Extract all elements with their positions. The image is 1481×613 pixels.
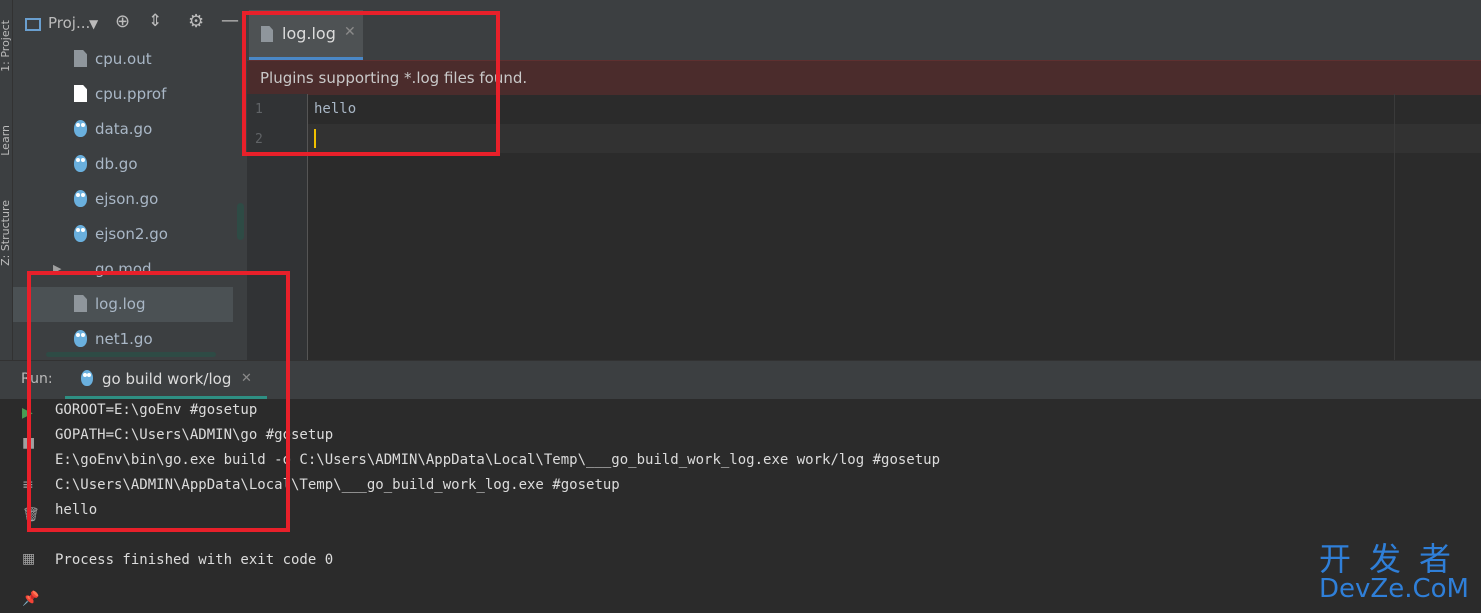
horizontal-scrollbar[interactable] <box>46 352 216 357</box>
project-view-title[interactable]: Proj... <box>48 14 90 32</box>
text-caret <box>314 129 316 148</box>
trash-icon[interactable]: 🗑 <box>22 507 40 523</box>
file-name: cpu.pprof <box>95 85 167 103</box>
tool-window-strip: 1: Project Learn Z: Structure <box>0 0 13 360</box>
file-name: log.log <box>95 295 146 313</box>
run-tab-label: go build work/log <box>102 370 232 388</box>
run-tool-window: Run: go build work/log ✕ ▶ ■ ≡ 🗑 ▦ 📌 GOR… <box>0 360 1481 613</box>
run-tab-bar: Run: go build work/log ✕ <box>0 361 1481 399</box>
file-name: go.mod <box>95 260 152 278</box>
tree-item-cpu-pprof[interactable]: cpu.pprof <box>13 77 247 112</box>
watermark-en: DevZe.CoM <box>1319 574 1469 604</box>
tree-item-go-mod[interactable]: ▶ go.mod <box>13 252 247 287</box>
line-number: 2 <box>255 132 263 147</box>
go-file-icon <box>74 225 87 242</box>
structure-tool-tab[interactable]: Z: Structure <box>0 200 12 266</box>
pin-icon[interactable]: 📌 <box>22 591 39 607</box>
minimize-icon[interactable]: — <box>221 10 239 31</box>
gear-icon[interactable]: ⚙ <box>188 11 204 32</box>
project-tool-tab[interactable]: 1: Project <box>0 20 12 72</box>
locate-file-icon[interactable]: ⊕ <box>115 11 130 32</box>
tree-item-cpu-out[interactable]: cpu.out <box>13 42 247 77</box>
console-line: C:\Users\ADMIN\AppData\Local\Temp\___go_… <box>55 477 620 493</box>
rerun-icon[interactable]: ▶ <box>22 405 33 421</box>
plugin-suggestion-banner: Plugins supporting *.log files found. <box>247 60 1481 95</box>
project-panel: Proj... ▼ ⊕ ⇕ ⚙ — cpu.out cpu.pprof data… <box>13 0 247 360</box>
banner-text: Plugins supporting *.log files found. <box>260 69 528 87</box>
text-file-icon <box>74 50 87 67</box>
tree-item-data-go[interactable]: data.go <box>13 112 247 147</box>
console-line: GOPATH=C:\Users\ADMIN\go #gosetup <box>55 427 334 443</box>
console-line: GOROOT=E:\goEnv #gosetup <box>55 402 258 418</box>
chevron-down-icon[interactable]: ▼ <box>89 17 98 31</box>
tree-item-ejson2-go[interactable]: ejson2.go <box>13 217 247 252</box>
current-line-highlight <box>247 124 1481 153</box>
close-icon[interactable]: ✕ <box>241 371 252 386</box>
editor-area: log.log ✕ Plugins supporting *.log files… <box>247 0 1481 360</box>
close-icon[interactable]: ✕ <box>344 24 356 40</box>
tree-item-db-go[interactable]: db.go <box>13 147 247 182</box>
line-number: 1 <box>255 102 263 117</box>
file-name: ejson.go <box>95 190 159 208</box>
layout-icon[interactable]: ▦ <box>22 551 35 567</box>
console-line: hello <box>55 502 98 518</box>
console-line: E:\goEnv\bin\go.exe build -o C:\Users\AD… <box>55 452 941 468</box>
go-file-icon <box>74 330 87 347</box>
text-file-icon <box>261 26 273 42</box>
code-line-1[interactable]: hello <box>314 101 356 117</box>
watermark: 开发者 DevZe.CoM <box>1319 534 1469 604</box>
tree-item-log-log[interactable]: log.log <box>13 287 233 322</box>
go-file-icon <box>74 155 87 172</box>
right-margin-guide <box>1394 94 1395 360</box>
file-name: db.go <box>95 155 138 173</box>
tree-item-ejson-go[interactable]: ejson.go <box>13 182 247 217</box>
learn-tool-tab[interactable]: Learn <box>0 125 12 156</box>
text-file-icon <box>74 295 87 312</box>
editor-tab-label: log.log <box>282 24 336 43</box>
project-view-icon <box>25 18 41 31</box>
line-number-gutter: 1 2 <box>247 94 308 360</box>
go-file-icon <box>74 120 87 137</box>
editor-tab-log-log[interactable]: log.log ✕ <box>249 10 363 60</box>
soft-wrap-icon[interactable]: ≡ <box>22 477 34 493</box>
vertical-scrollbar[interactable] <box>237 203 244 240</box>
expand-arrow-icon[interactable]: ▶ <box>53 262 61 275</box>
file-icon <box>74 85 87 102</box>
run-label: Run: <box>21 371 53 387</box>
file-name: net1.go <box>95 330 153 348</box>
run-tab[interactable]: go build work/log ✕ <box>65 361 267 399</box>
stop-icon[interactable]: ■ <box>22 435 35 451</box>
console-line-exit-code: Process finished with exit code 0 <box>55 552 334 568</box>
file-name: ejson2.go <box>95 225 168 243</box>
editor-tab-bar: log.log ✕ <box>247 0 1481 60</box>
collapse-all-icon[interactable]: ⇕ <box>148 11 162 31</box>
go-run-icon <box>81 370 93 386</box>
file-name: cpu.out <box>95 50 152 68</box>
go-file-icon <box>74 190 87 207</box>
file-name: data.go <box>95 120 153 138</box>
